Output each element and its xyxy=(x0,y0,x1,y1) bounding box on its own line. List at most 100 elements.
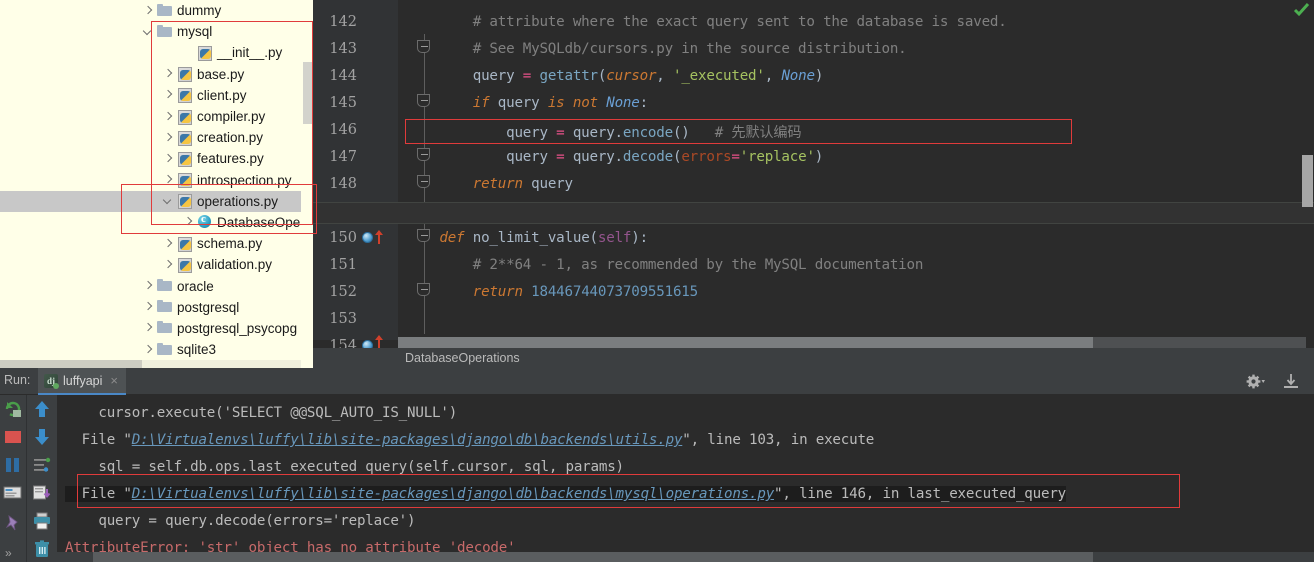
close-icon[interactable]: × xyxy=(110,373,118,388)
rerun-button[interactable] xyxy=(3,399,23,419)
python-file-icon xyxy=(177,172,193,189)
tree-item-label: dummy xyxy=(177,3,222,19)
chevron-right-icon[interactable] xyxy=(162,110,175,123)
editor-vertical-scrollbar-thumb[interactable] xyxy=(1302,155,1313,207)
tree-item-features-py[interactable]: features.py xyxy=(0,148,313,169)
code-line-143: # See MySQLdb/cursors.py in the source d… xyxy=(406,41,907,57)
breadcrumb-label: DatabaseOperations xyxy=(405,351,520,365)
printer-icon[interactable] xyxy=(32,511,52,531)
tree-scrollbar-thumb[interactable] xyxy=(303,62,312,124)
editor-pane[interactable]: 142143144145146147148149150151152153154 xyxy=(313,0,1314,368)
code-line-148: return query xyxy=(472,176,573,192)
run-toolbar-secondary[interactable] xyxy=(26,395,56,562)
tree-item-compiler-py[interactable]: compiler.py xyxy=(0,106,313,127)
chevron-down-icon[interactable] xyxy=(142,25,155,38)
code-line-146: query = query.encode() # 先默认编码 xyxy=(406,125,802,141)
pin-icon[interactable] xyxy=(3,513,23,533)
console-text: query = query.decode(errors='replace') xyxy=(65,513,416,529)
top-region: dummy mysql __init__.py base.py client.py com… xyxy=(0,0,1314,368)
override-arrow-icon xyxy=(375,230,383,244)
python-file-icon xyxy=(177,66,193,83)
chevron-right-icon[interactable] xyxy=(182,216,195,229)
editor-hscrollbar-thumb[interactable] xyxy=(398,337,1093,348)
chevron-right-icon[interactable] xyxy=(162,237,175,250)
scroll-end-icon[interactable] xyxy=(32,483,52,503)
tree-item-dummy[interactable]: dummy xyxy=(0,0,313,21)
chevron-right-icon[interactable] xyxy=(162,68,175,81)
python-file-icon xyxy=(177,151,193,167)
tree-item-client-py[interactable]: client.py xyxy=(0,85,313,106)
tree-item-label: postgresql_psycopg xyxy=(177,320,298,336)
line-number: 151 xyxy=(329,257,357,273)
console-line: sql = self.db.ops.last_executed_query(se… xyxy=(65,459,624,475)
gutter-icon-column[interactable] xyxy=(359,0,430,351)
tree-item-validation-py[interactable]: validation.py xyxy=(0,254,313,275)
arrow-down-icon[interactable] xyxy=(32,427,52,447)
tree-item-label: creation.py xyxy=(197,130,264,146)
run-console-output[interactable]: cursor.execute('SELECT @@SQL_AUTO_IS_NUL… xyxy=(57,395,1314,562)
tree-item-oracle[interactable]: oracle xyxy=(0,275,313,296)
tree-item-databaseope[interactable]: DatabaseOpe xyxy=(0,212,313,233)
console-line[interactable]: File "D:\Virtualenvs\luffy\lib\site-pack… xyxy=(65,432,875,448)
chevron-right-icon[interactable] xyxy=(142,4,155,17)
green-check-icon[interactable] xyxy=(1293,2,1310,17)
chevron-right-icon[interactable] xyxy=(142,301,155,314)
run-tab-luffyapi[interactable]: dj luffyapi × xyxy=(38,368,126,395)
console-text: File " xyxy=(65,432,132,448)
pause-button[interactable] xyxy=(3,455,23,475)
console-hscrollbar-thumb[interactable] xyxy=(93,552,1093,562)
chevron-right-icon[interactable] xyxy=(142,280,155,293)
chevron-down-icon[interactable] xyxy=(162,195,175,208)
tree-item-introspection-py[interactable]: introspection.py xyxy=(0,170,313,191)
arrow-up-icon[interactable] xyxy=(32,399,52,419)
breadcrumb[interactable]: DatabaseOperations xyxy=(313,348,1314,368)
soft-wrap-icon[interactable] xyxy=(32,455,52,475)
python-file-icon xyxy=(177,236,193,252)
chevron-right-icon[interactable] xyxy=(162,258,175,271)
tree-item-schema-py[interactable]: schema.py xyxy=(0,233,313,254)
chevron-double-right-icon[interactable]: » xyxy=(5,546,12,560)
chevron-right-icon[interactable] xyxy=(162,131,175,144)
stop-button[interactable] xyxy=(3,427,23,447)
chevron-right-icon[interactable] xyxy=(142,322,155,335)
run-toolbar-primary[interactable]: » xyxy=(0,395,26,562)
tree-item-sqlite3[interactable]: sqlite3 xyxy=(0,339,313,360)
tree-item-operations-py[interactable]: operations.py xyxy=(0,190,313,212)
line-number: 143 xyxy=(329,41,357,57)
tree-item-label: mysql xyxy=(177,24,213,40)
console-icon[interactable] xyxy=(3,483,23,503)
tree-item-postgresql-psycopg[interactable]: postgresql_psycopg xyxy=(0,318,313,339)
tree-hscrollbar-thumb[interactable] xyxy=(0,360,142,368)
editor-gutter[interactable]: 142143144145146147148149150151152153154 xyxy=(313,0,430,354)
tree-item--init-py[interactable]: __init__.py xyxy=(0,42,313,63)
traceback-file-link[interactable]: D:\Virtualenvs\luffy\lib\site-packages\d… xyxy=(132,432,683,448)
tree-item-postgresql[interactable]: postgresql xyxy=(0,297,313,318)
override-method-icon[interactable] xyxy=(362,232,373,243)
tree-item-label: validation.py xyxy=(197,257,273,273)
line-number: 153 xyxy=(329,311,357,327)
tree-item-creation-py[interactable]: creation.py xyxy=(0,127,313,148)
traceback-file-link[interactable]: D:\Virtualenvs\luffy\lib\site-packages\d… xyxy=(131,486,774,502)
tree-vertical-scrollbar[interactable] xyxy=(301,0,313,368)
code-text-area[interactable]: # attribute where the exact query sent t… xyxy=(313,0,1314,332)
tree-item-label: introspection.py xyxy=(197,172,292,188)
trash-icon[interactable] xyxy=(32,539,52,559)
console-text: sql = self.db.ops.last_executed_query(se… xyxy=(65,459,624,475)
gear-icon[interactable] xyxy=(1246,373,1266,390)
code-line-152: return 18446744073709551615 xyxy=(472,284,698,300)
code-line-142: # attribute where the exact query sent t… xyxy=(406,14,1007,30)
console-horizontal-scrollbar[interactable] xyxy=(57,552,1314,562)
tree-item-label: compiler.py xyxy=(197,109,266,125)
tree-item-mysql[interactable]: mysql xyxy=(0,21,313,42)
tree-item-label: oracle xyxy=(177,278,214,294)
chevron-right-icon[interactable] xyxy=(162,174,175,187)
chevron-right-icon[interactable] xyxy=(162,152,175,165)
tree-item-base-py[interactable]: base.py xyxy=(0,64,313,85)
tree-horizontal-scrollbar[interactable] xyxy=(0,360,301,368)
console-line[interactable]: File "D:\Virtualenvs\luffy\lib\site-pack… xyxy=(65,486,1066,502)
export-icon[interactable] xyxy=(1282,373,1300,390)
chevron-right-icon[interactable] xyxy=(142,343,155,356)
project-tree-pane[interactable]: dummy mysql __init__.py base.py client.py com… xyxy=(0,0,313,368)
chevron-right-icon[interactable] xyxy=(162,89,175,102)
folder-icon xyxy=(157,299,173,315)
